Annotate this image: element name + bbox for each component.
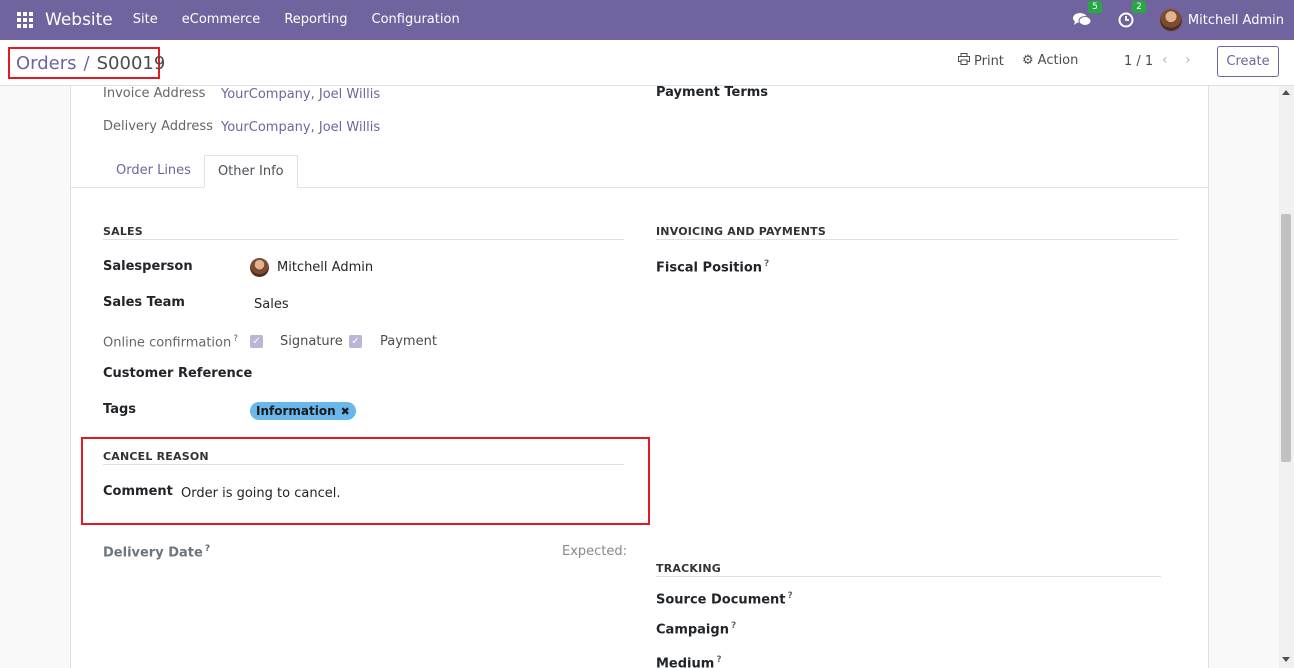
invoice-address-label: Invoice Address	[103, 86, 206, 101]
salesperson-label: Salesperson	[103, 259, 193, 274]
tags-label: Tags	[103, 402, 137, 417]
action-button[interactable]: ⚙ Action	[1022, 53, 1078, 68]
payment-checkbox[interactable]: ✓	[349, 335, 362, 348]
main-menu: Site eCommerce Reporting Configuration	[121, 0, 472, 40]
delivery-address-field[interactable]: YourCompany, Joel Willis	[221, 120, 380, 135]
pager-value[interactable]: 1 / 1	[1124, 54, 1153, 69]
invoice-address-field[interactable]: YourCompany, Joel Willis	[221, 87, 380, 102]
expected-date-label: Expected:	[562, 544, 628, 559]
sales-section-divider	[103, 239, 624, 240]
delivery-date-label: Delivery Date?	[103, 544, 210, 560]
campaign-text: Campaign	[656, 622, 729, 638]
printer-icon	[958, 53, 970, 69]
online-confirmation-help-icon[interactable]: ?	[233, 334, 238, 344]
signature-label: Signature	[280, 334, 343, 349]
breadcrumb-orders[interactable]: Orders	[16, 53, 77, 74]
control-panel: Orders / S00019 Print ⚙ Action 1 / 1 ‹ ›…	[0, 40, 1294, 86]
notebook-tabs: Order Lines Other Info	[103, 155, 298, 188]
salesperson-field[interactable]: Mitchell Admin	[250, 258, 373, 277]
tracking-section-divider	[656, 576, 1161, 577]
gear-icon: ⚙	[1022, 53, 1034, 68]
source-document-text: Source Document	[656, 592, 786, 608]
user-name: Mitchell Admin	[1187, 12, 1284, 28]
sales-team-field[interactable]: Sales	[254, 297, 289, 312]
tab-order-lines[interactable]: Order Lines	[103, 155, 204, 188]
source-document-help-icon[interactable]: ?	[788, 591, 793, 601]
print-label: Print	[974, 53, 1004, 69]
payment-terms-label: Payment Terms	[656, 85, 769, 100]
medium-help-icon[interactable]: ?	[716, 655, 721, 665]
tracking-section-title: TRACKING	[656, 562, 722, 575]
remove-tag-icon[interactable]: ✖	[341, 405, 350, 418]
delivery-date-help-icon[interactable]: ?	[205, 544, 210, 554]
salesperson-value: Mitchell Admin	[277, 260, 374, 275]
top-navbar: Website Site eCommerce Reporting Configu…	[0, 0, 1294, 40]
menu-ecommerce[interactable]: eCommerce	[170, 0, 273, 40]
tab-other-info[interactable]: Other Info	[203, 155, 298, 188]
campaign-help-icon[interactable]: ?	[731, 621, 736, 631]
fiscal-position-help-icon[interactable]: ?	[764, 259, 769, 269]
sales-team-label: Sales Team	[103, 295, 185, 310]
scrollbar-thumb[interactable]	[1281, 214, 1291, 462]
menu-reporting[interactable]: Reporting	[272, 0, 359, 40]
form-sheet: Invoice Address YourCompany, Joel Willis…	[70, 85, 1209, 668]
action-label: Action	[1037, 53, 1079, 68]
tag-label: Information	[256, 404, 336, 418]
customer-reference-label: Customer Reference	[103, 366, 253, 381]
source-document-label: Source Document?	[656, 591, 793, 607]
fiscal-position-text: Fiscal Position	[656, 260, 763, 276]
breadcrumb-current: S00019	[96, 52, 166, 74]
apps-menu-icon[interactable]	[17, 12, 33, 28]
signature-option: ✓ Signature	[250, 334, 343, 349]
pager-next-icon[interactable]: ›	[1185, 52, 1191, 68]
tags-field[interactable]: Information ✖	[250, 402, 356, 420]
menu-site[interactable]: Site	[121, 0, 170, 40]
invoicing-section-divider	[656, 239, 1178, 240]
systray: 5 2 Mitchell Admin	[1072, 0, 1294, 40]
comment-label: Comment	[103, 484, 173, 499]
medium-text: Medium	[656, 656, 715, 668]
medium-label: Medium?	[656, 655, 722, 668]
sales-section-title: SALES	[103, 225, 143, 238]
scroll-down-arrow-icon[interactable]	[1282, 657, 1290, 662]
invoicing-section-title: INVOICING AND PAYMENTS	[656, 225, 826, 238]
comment-field[interactable]: Order is going to cancel.	[181, 486, 340, 501]
campaign-label: Campaign?	[656, 621, 736, 637]
create-button[interactable]: Create	[1217, 46, 1279, 77]
breadcrumb: Orders / S00019	[8, 47, 165, 79]
messages-badge: 5	[1088, 1, 1102, 13]
cancel-reason-title: CANCEL REASON	[103, 450, 209, 463]
user-avatar	[1159, 9, 1182, 31]
signature-checkbox[interactable]: ✓	[250, 335, 263, 348]
payment-label: Payment	[380, 334, 437, 349]
print-button[interactable]: Print	[958, 53, 1004, 69]
vertical-scrollbar[interactable]	[1279, 86, 1294, 668]
online-confirmation-label: Online confirmation?	[103, 334, 238, 350]
fiscal-position-label: Fiscal Position?	[656, 259, 769, 275]
messages-icon[interactable]: 5	[1072, 1, 1102, 30]
delivery-address-label: Delivery Address	[103, 119, 213, 134]
online-confirmation-text: Online confirmation	[103, 335, 232, 351]
user-menu[interactable]: Mitchell Admin	[1159, 9, 1284, 31]
breadcrumb-separator: /	[83, 52, 90, 74]
cancel-reason-divider	[103, 464, 624, 465]
pager-previous-icon[interactable]: ‹	[1162, 52, 1168, 68]
app-brand[interactable]: Website	[45, 10, 113, 30]
payment-option: ✓ Payment	[349, 334, 437, 349]
menu-configuration[interactable]: Configuration	[360, 0, 472, 40]
tag-information: Information ✖	[250, 402, 356, 420]
delivery-date-text: Delivery Date	[103, 545, 203, 561]
salesperson-avatar	[250, 258, 269, 277]
scroll-up-arrow-icon[interactable]	[1282, 90, 1290, 95]
activities-clock-icon[interactable]: 2	[1116, 1, 1146, 30]
activities-badge: 2	[1132, 1, 1146, 13]
